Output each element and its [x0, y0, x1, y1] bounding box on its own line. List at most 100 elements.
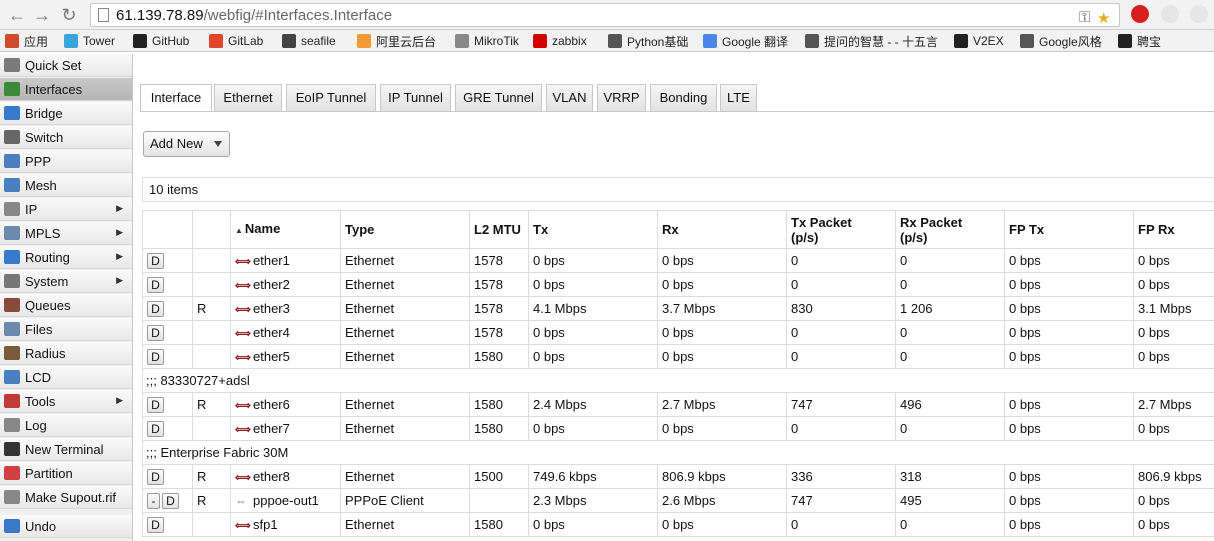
tab-ethernet[interactable]: Ethernet	[214, 84, 282, 111]
disable-button[interactable]: -	[147, 492, 160, 509]
details-button[interactable]: D	[147, 252, 164, 269]
col-rx-header[interactable]: Rx	[657, 210, 787, 249]
forward-arrow-icon[interactable]: →	[31, 4, 53, 26]
name-cell[interactable]: ⟺ ether7	[230, 416, 341, 441]
bookmark-item[interactable]: Google风格	[1020, 33, 1102, 49]
sidebar-item-make-supout-rif[interactable]: Make Supout.rif	[0, 486, 132, 509]
col-flags-header[interactable]	[192, 210, 231, 249]
tab-vlan[interactable]: VLAN	[546, 84, 593, 111]
sidebar-item-switch[interactable]: Switch	[0, 126, 132, 149]
sidebar-item-system[interactable]: System ▶	[0, 270, 132, 293]
name-cell[interactable]: ⟺ sfp1	[230, 512, 341, 537]
details-button[interactable]: D	[147, 516, 164, 533]
row-actions-cell: D	[142, 464, 193, 489]
extension-icon[interactable]	[1161, 5, 1179, 23]
table-row[interactable]: D R ⟺ ether6 Ethernet 1580 2.4 Mbps 2.7 Mbps 747…	[142, 392, 1214, 417]
table-row[interactable]: D ⟺ ether4 Ethernet 1578 0 bps 0 bps 0 0 0 bps 0 b…	[142, 320, 1214, 345]
bookmark-item[interactable]: 提问的智慧 - - 十五言	[805, 33, 938, 49]
table-row[interactable]: D ⟺ sfp1 Ethernet 1580 0 bps 0 bps 0 0 0 bps 0 bps	[142, 512, 1214, 537]
sidebar-item-lcd[interactable]: LCD	[0, 366, 132, 389]
sidebar-item-ip[interactable]: IP ▶	[0, 198, 132, 221]
sidebar-item-partition[interactable]: Partition	[0, 462, 132, 485]
name-cell[interactable]: ⟺ ether3	[230, 296, 341, 321]
col-tx-packet-header[interactable]: Tx Packet (p/s)	[786, 210, 896, 249]
table-row[interactable]: - D R ⇔ pppoe-out1 PPPoE Client 2.3 Mbps 2.6 Mb…	[142, 488, 1214, 513]
add-new-button[interactable]: Add New	[143, 131, 230, 157]
name-cell[interactable]: ⟺ ether5	[230, 344, 341, 369]
zabbix-icon	[533, 34, 547, 48]
sidebar-item-undo[interactable]: Undo	[0, 515, 132, 538]
table-row[interactable]: D ⟺ ether5 Ethernet 1580 0 bps 0 bps 0 0 0 bps 0 b…	[142, 344, 1214, 369]
col-name-header[interactable]: ▲ Name	[230, 210, 341, 249]
table-row[interactable]: D R ⟺ ether8 Ethernet 1500 749.6 kbps 806.9 kbp…	[142, 464, 1214, 489]
name-cell[interactable]: ⇔ pppoe-out1	[230, 488, 341, 513]
sidebar-item-mpls[interactable]: MPLS ▶	[0, 222, 132, 245]
col-rx-packet-header[interactable]: Rx Packet (p/s)	[895, 210, 1005, 249]
bookmark-item[interactable]: Python基础	[608, 33, 688, 49]
col-actions-header[interactable]	[142, 210, 193, 249]
details-button[interactable]: D	[147, 348, 164, 365]
sidebar-item-routing[interactable]: Routing ▶	[0, 246, 132, 269]
sidebar-item-queues[interactable]: Queues	[0, 294, 132, 317]
details-button[interactable]: D	[147, 324, 164, 341]
opera-extension-icon[interactable]	[1131, 5, 1149, 23]
name-cell[interactable]: ⟺ ether4	[230, 320, 341, 345]
sidebar-item-ppp[interactable]: PPP	[0, 150, 132, 173]
key-icon[interactable]: ⚿	[1079, 9, 1090, 26]
bookmark-item[interactable]: Google 翻译	[703, 33, 788, 49]
col-fp-rx-header[interactable]: FP Rx	[1133, 210, 1214, 249]
bookmark-item[interactable]: MikroTik	[455, 33, 519, 49]
tab-eoip-tunnel[interactable]: EoIP Tunnel	[286, 84, 376, 111]
sidebar-item-log[interactable]: Log	[0, 414, 132, 437]
extension-icon[interactable]	[1190, 5, 1208, 23]
bookmark-item[interactable]: 阿里云后台	[357, 33, 436, 49]
files-icon	[4, 322, 20, 336]
col-tx-header[interactable]: Tx	[528, 210, 658, 249]
bookmark-item[interactable]: 聘宝	[1118, 33, 1161, 49]
name-cell[interactable]: ⟺ ether8	[230, 464, 341, 489]
table-row[interactable]: D ⟺ ether1 Ethernet 1578 0 bps 0 bps 0 0 0 bps 0 b…	[142, 248, 1214, 273]
bookmark-item[interactable]: V2EX	[954, 33, 1004, 49]
sidebar-item-tools[interactable]: Tools ▶	[0, 390, 132, 413]
details-button[interactable]: D	[147, 276, 164, 293]
col-l2mtu-header[interactable]: L2 MTU	[469, 210, 529, 249]
bookmark-item[interactable]: zabbix	[533, 33, 587, 49]
tab-ip-tunnel[interactable]: IP Tunnel	[380, 84, 451, 111]
table-row[interactable]: D ⟺ ether2 Ethernet 1578 0 bps 0 bps 0 0 0 bps 0 b…	[142, 272, 1214, 297]
address-bar[interactable]: 61.139.78.89/webfig/#Interfaces.Interfac…	[90, 3, 1120, 27]
col-type-header[interactable]: Type	[340, 210, 470, 249]
details-button[interactable]: D	[147, 468, 164, 485]
tab-interface[interactable]: Interface	[140, 84, 212, 112]
details-button[interactable]: D	[147, 300, 164, 317]
reload-icon[interactable]: ↻	[58, 4, 80, 26]
sidebar-item-radius[interactable]: Radius	[0, 342, 132, 365]
bookmark-item[interactable]: seafile	[282, 33, 336, 49]
bookmark-item[interactable]: GitHub	[133, 33, 189, 49]
bookmark-item[interactable]: Tower	[64, 33, 115, 49]
tab-gre-tunnel[interactable]: GRE Tunnel	[455, 84, 542, 111]
bookmark-star-icon[interactable]: ★	[1097, 9, 1110, 27]
tab-lte[interactable]: LTE	[720, 84, 757, 111]
sidebar-item-mesh[interactable]: Mesh	[0, 174, 132, 197]
sidebar-item-files[interactable]: Files	[0, 318, 132, 341]
tab-vrrp[interactable]: VRRP	[597, 84, 646, 111]
flag-cell: R	[192, 392, 231, 417]
sidebar-item-quick-set[interactable]: Quick Set	[0, 54, 132, 77]
bookmark-item[interactable]: 应用	[5, 33, 48, 49]
details-button[interactable]: D	[147, 420, 164, 437]
tx-cell: 0 bps	[528, 416, 658, 441]
table-row[interactable]: D R ⟺ ether3 Ethernet 1578 4.1 Mbps 3.7 Mbps 830…	[142, 296, 1214, 321]
details-button[interactable]: D	[147, 396, 164, 413]
back-arrow-icon[interactable]: ←	[6, 4, 28, 26]
name-cell[interactable]: ⟺ ether6	[230, 392, 341, 417]
name-cell[interactable]: ⟺ ether2	[230, 272, 341, 297]
col-fp-tx-header[interactable]: FP Tx	[1004, 210, 1134, 249]
tab-bonding[interactable]: Bonding	[650, 84, 717, 111]
sidebar-item-bridge[interactable]: Bridge	[0, 102, 132, 125]
details-button[interactable]: D	[162, 492, 179, 509]
sidebar-item-new-terminal[interactable]: New Terminal	[0, 438, 132, 461]
table-row[interactable]: D ⟺ ether7 Ethernet 1580 0 bps 0 bps 0 0 0 bps 0 b…	[142, 416, 1214, 441]
name-cell[interactable]: ⟺ ether1	[230, 248, 341, 273]
sidebar-item-interfaces[interactable]: Interfaces	[0, 78, 132, 101]
bookmark-item[interactable]: GitLab	[209, 33, 263, 49]
